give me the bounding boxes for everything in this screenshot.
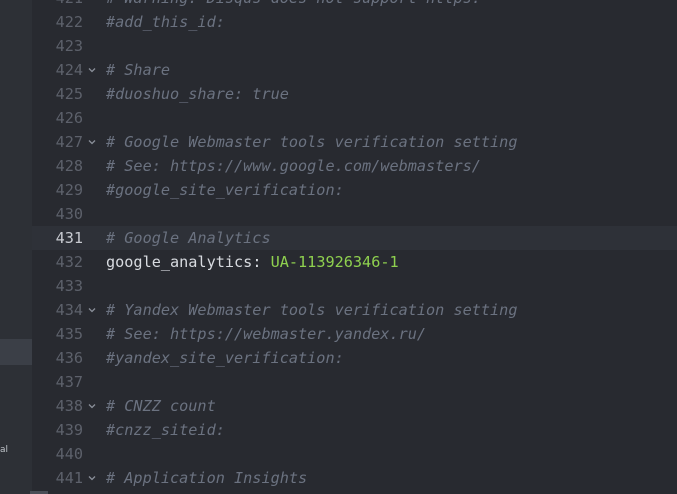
code-line[interactable]: 429 #google_site_verification: — [32, 178, 677, 202]
line-number: 433 — [55, 277, 83, 295]
line-number: 422 — [55, 13, 83, 31]
line-number: 421 — [32, 0, 83, 10]
chevron-down-icon[interactable] — [88, 66, 96, 74]
comment-text: #cnzz_siteid: — [106, 421, 225, 439]
code-line[interactable]: 436 #yandex_site_verification: — [32, 346, 677, 370]
chevron-down-icon[interactable] — [88, 474, 96, 482]
line-number: 428 — [55, 157, 83, 175]
code-line[interactable]: 440 — [32, 442, 677, 466]
code-line[interactable]: 437 — [32, 370, 677, 394]
code-lines: 421 # Warning: Disqus does not support ht… — [32, 0, 677, 490]
code-line[interactable]: 426 — [32, 106, 677, 130]
line-code: # Share — [106, 58, 170, 82]
comment-text: # Google Analytics — [106, 229, 271, 247]
line-number: 427 — [55, 133, 83, 151]
comment-text: # Warning: Disqus does not support https… — [106, 0, 481, 7]
editor-area[interactable]: 421 # Warning: Disqus does not support ht… — [32, 0, 677, 494]
line-code: # Google Analytics — [106, 226, 271, 250]
comment-text: # Yandex Webmaster tools verification se… — [106, 301, 518, 319]
code-line[interactable]: 425 #duoshuo_share: true — [32, 82, 677, 106]
comment-text: # See: https://webmaster.yandex.ru/ — [106, 325, 427, 343]
line-number: 425 — [55, 85, 83, 103]
line-number: 424 — [55, 61, 83, 79]
comment-text: # CNZZ count — [106, 397, 216, 415]
yaml-value: UA-113926346-1 — [270, 253, 399, 271]
code-line[interactable]: 427 # Google Webmaster tools verification… — [32, 130, 677, 154]
comment-text: # Google Webmaster tools verification se… — [106, 133, 518, 151]
code-line[interactable]: 422 #add_this_id: — [32, 10, 677, 34]
code-line-current[interactable]: 431 # Google Analytics — [32, 226, 677, 250]
code-line[interactable]: 430 — [32, 202, 677, 226]
code-line[interactable]: 421 # Warning: Disqus does not support ht… — [32, 0, 677, 10]
code-line[interactable]: 435 # See: https://webmaster.yandex.ru/ — [32, 322, 677, 346]
code-line[interactable]: 439 #cnzz_siteid: — [32, 418, 677, 442]
code-line[interactable]: 434 # Yandex Webmaster tools verification… — [32, 298, 677, 322]
line-code: # CNZZ count — [106, 394, 216, 418]
line-code: # Yandex Webmaster tools verification se… — [106, 298, 517, 322]
comment-text: # See: https://www.google.com/webmasters… — [106, 157, 481, 175]
comment-text: #yandex_site_verification: — [106, 349, 344, 367]
line-code: #yandex_site_verification: — [106, 346, 344, 370]
comment-text: #duoshuo_share: true — [106, 85, 289, 103]
comment-text: #add_this_id: — [106, 13, 225, 31]
code-line[interactable]: 428 # See: https://www.google.com/webmast… — [32, 154, 677, 178]
comment-text: #google_site_verification: — [106, 181, 344, 199]
comment-text: # Share — [106, 61, 171, 79]
code-line[interactable]: 424 # Share — [32, 58, 677, 82]
line-code: # Google Webmaster tools verification se… — [106, 130, 517, 154]
line-code: # Application Insights — [106, 466, 307, 490]
line-code: # See: https://webmaster.yandex.ru/ — [106, 322, 426, 346]
line-number: 429 — [55, 181, 83, 199]
code-line[interactable]: 441 # Application Insights — [32, 466, 677, 490]
line-number: 441 — [55, 469, 83, 487]
line-code: #google_site_verification: — [106, 178, 344, 202]
line-number: 426 — [55, 109, 83, 127]
line-code: #duoshuo_share: true — [106, 82, 289, 106]
line-number: 435 — [55, 325, 83, 343]
line-code: #cnzz_siteid: — [106, 418, 225, 442]
comment-text: # Application Insights — [106, 469, 308, 487]
side-panel-fragment-text: al — [0, 445, 9, 455]
code-line[interactable]: 433 — [32, 274, 677, 298]
line-code: google_analytics: UA-113926346-1 — [106, 250, 399, 274]
line-code: #add_this_id: — [106, 10, 225, 34]
chevron-down-icon[interactable] — [88, 306, 96, 314]
line-number: 437 — [55, 373, 83, 391]
code-line[interactable]: 423 — [32, 34, 677, 58]
line-number: 440 — [55, 445, 83, 463]
side-panel-active-item[interactable] — [0, 339, 32, 365]
line-number: 423 — [55, 37, 83, 55]
code-line[interactable]: 438 # CNZZ count — [32, 394, 677, 418]
line-number: 438 — [55, 397, 83, 415]
yaml-separator: : — [252, 253, 271, 271]
line-number: 436 — [55, 349, 83, 367]
side-panel: al — [0, 0, 48, 494]
line-number: 431 — [55, 229, 83, 247]
line-code: # See: https://www.google.com/webmasters… — [106, 154, 481, 178]
line-number: 439 — [55, 421, 83, 439]
line-number: 430 — [55, 205, 83, 223]
line-code: # Warning: Disqus does not support https… — [106, 0, 481, 10]
line-number: 432 — [55, 253, 83, 271]
chevron-down-icon[interactable] — [88, 402, 96, 410]
chevron-down-icon[interactable] — [88, 138, 96, 146]
yaml-key: google_analytics — [106, 253, 253, 271]
code-editor-window: al 421 # Warning: Disqus does not support… — [0, 0, 677, 494]
code-line[interactable]: 432 google_analytics: UA-113926346-1 — [32, 250, 677, 274]
line-number: 434 — [55, 301, 83, 319]
